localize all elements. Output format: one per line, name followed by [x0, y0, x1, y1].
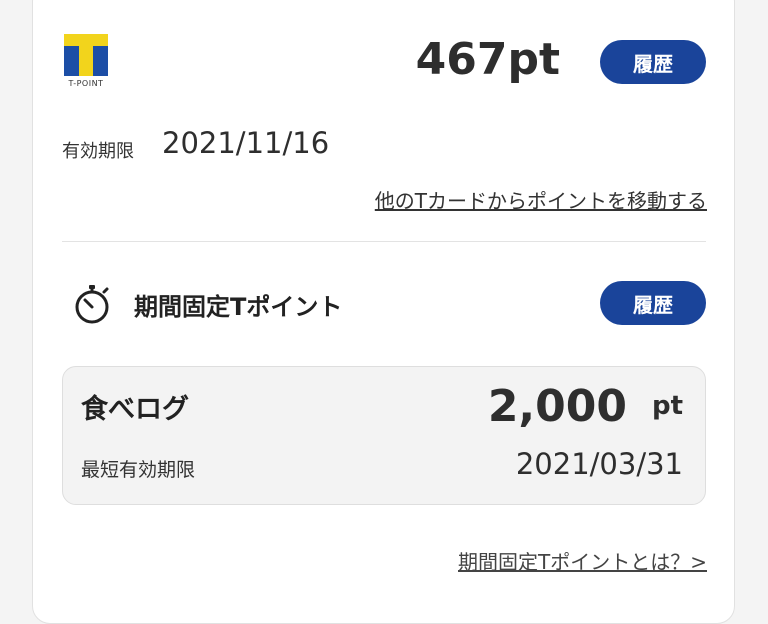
tpoint-logo-caption: T-POINT [68, 79, 104, 88]
fixed-points-history-button[interactable]: 履歴 [600, 281, 706, 325]
store-points-unit: pt [651, 391, 683, 421]
transfer-points-link[interactable]: 他のTカードからポイントを移動する [375, 185, 707, 214]
expiry-date: 2021/11/16 [162, 126, 330, 160]
stopwatch-icon [75, 285, 109, 324]
fixed-points-title: 期間固定Tポイント [134, 293, 343, 321]
store-name: 食べログ [81, 394, 189, 425]
earliest-expiry-label: 最短有効期限 [81, 459, 196, 481]
earliest-expiry-date: 2021/03/31 [515, 447, 683, 481]
about-fixed-points-link[interactable]: 期間固定Tポイントとは？> [458, 546, 707, 575]
expiry-label: 有効期限 [62, 141, 134, 162]
history-button[interactable]: 履歴 [600, 40, 706, 84]
total-points: 467pt [415, 34, 560, 85]
tpoint-logo-icon: T-POINT [64, 34, 108, 90]
tpoint-logo-mark [64, 34, 108, 76]
store-points: 2,000 [487, 381, 627, 432]
fixed-points-item: 食べログ 2,000 pt 最短有効期限 2021/03/31 [62, 366, 706, 505]
section-divider [62, 241, 706, 242]
